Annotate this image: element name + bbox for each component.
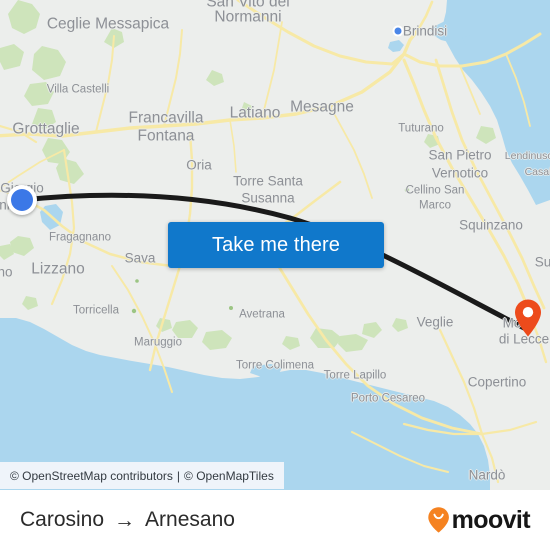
brindisi-waypoint-marker[interactable]	[392, 25, 404, 37]
osm-attribution-link[interactable]: © OpenStreetMap contributors	[10, 469, 173, 483]
map-attribution: © OpenStreetMap contributors | © OpenMap…	[0, 462, 284, 489]
origin-marker[interactable]	[7, 185, 37, 215]
moovit-wordmark: moovit	[451, 505, 531, 534]
moovit-logo[interactable]: moovit	[427, 505, 531, 534]
route-origin-label: Carosino	[20, 508, 105, 531]
map-canvas[interactable]: Ceglie Messapica San Vito dei Normanni Brin…	[0, 0, 550, 490]
route-destination-label: Arnesano	[145, 508, 235, 531]
take-me-there-label: Take me there	[211, 233, 341, 256]
moovit-pin-icon	[427, 507, 449, 533]
arrow-right-icon: →	[114, 508, 136, 532]
route-summary: Carosino → Arnesano	[20, 508, 235, 532]
origin-marker-dot	[11, 189, 33, 211]
maptiles-attribution-link[interactable]: © OpenMapTiles	[184, 469, 274, 483]
attribution-separator: |	[176, 468, 181, 483]
destination-marker[interactable]	[513, 298, 543, 338]
brindisi-marker-dot	[394, 27, 402, 35]
take-me-there-button[interactable]: Take me there	[168, 222, 384, 268]
map-share-card: Ceglie Messapica San Vito dei Normanni Brin…	[0, 0, 550, 550]
footer-bar: Carosino → Arnesano moovit	[0, 490, 550, 550]
map-pin-icon	[515, 299, 541, 337]
